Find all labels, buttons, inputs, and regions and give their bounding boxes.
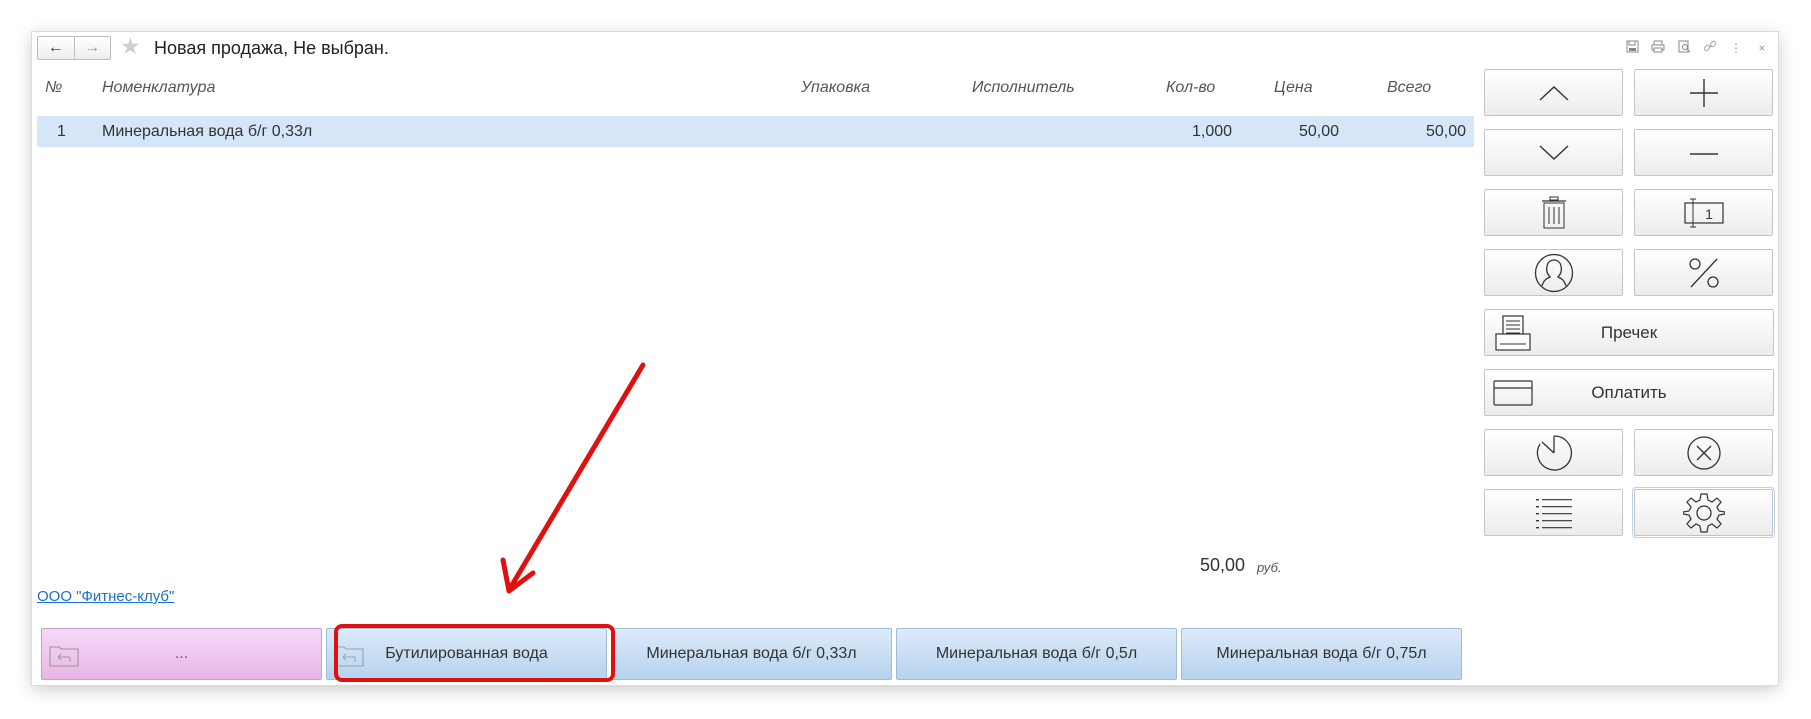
row-name: Минеральная вода б/г 0,33л [102,123,313,140]
row-qty: 1,000 [1192,123,1233,140]
col-header-pack[interactable]: Упаковка [801,79,870,97]
col-header-price[interactable]: Цена [1274,79,1313,97]
quick-button-label: Минеральная вода б/г 0,33л [646,645,857,662]
precheck-button[interactable]: Пречек [1484,309,1774,356]
move-up-button[interactable] [1484,69,1623,116]
percent-icon [1688,257,1719,288]
list-icon [1535,498,1572,528]
save-icon[interactable] [1624,40,1640,56]
quick-button-label: ... [174,645,189,662]
quick-button-mineral-05[interactable]: Минеральная вода б/г 0,5л [896,628,1177,680]
nav-group: ← → [37,36,111,60]
col-header-total[interactable]: Всего [1387,79,1431,97]
chevron-up-icon [1539,85,1568,101]
row-price: 50,00 [1299,123,1340,140]
row-total: 50,00 [1426,123,1467,140]
quick-button-back-folder[interactable]: ... [41,628,322,680]
preview-icon[interactable] [1676,40,1692,56]
move-down-button[interactable] [1484,129,1623,176]
user-icon [1534,253,1573,292]
minus-icon [1689,152,1718,155]
quick-button-label: Минеральная вода б/г 0,75л [1216,645,1427,662]
precheck-label: Пречек [1600,322,1658,342]
col-header-executor[interactable]: Исполнитель [972,79,1075,97]
total-amount: 50,00 [1200,555,1246,575]
quick-button-label: Минеральная вода б/г 0,5л [935,645,1138,662]
plus-icon [1689,78,1718,107]
link-icon[interactable] [1702,40,1718,56]
col-header-name[interactable]: Номенклатура [102,79,215,97]
col-header-qty[interactable]: Кол-во [1166,79,1215,97]
close-icon[interactable]: × [1754,41,1770,55]
forward-button[interactable]: → [73,37,111,59]
window-toolbar: ⋮ × [1624,40,1770,56]
receipt-printer-icon [1495,314,1531,351]
highlight-box [334,624,615,682]
customer-button[interactable] [1484,249,1623,296]
trash-icon [1541,196,1566,228]
decrease-button[interactable] [1634,129,1773,176]
total-currency: руб. [1257,560,1282,575]
row-num: 1 [57,123,66,140]
back-button[interactable]: ← [38,37,74,59]
credit-card-icon [1493,379,1533,406]
favorite-star-icon[interactable]: ★ [120,34,141,58]
organization-link[interactable]: ООО "Фитнес-клуб" [37,588,174,605]
pay-button[interactable]: Оплатить [1484,369,1774,416]
delete-button[interactable] [1484,189,1623,236]
pie-timer-icon [1536,434,1572,471]
quantity-edit-icon: 1 [1683,198,1724,227]
sale-window: ← → ★ Новая продажа, Не выбран. ⋮ × № Но… [32,32,1778,685]
discount-button[interactable] [1634,249,1773,296]
col-header-num[interactable]: № [45,79,62,97]
add-button[interactable] [1634,69,1773,116]
qty-badge: 1 [1705,206,1713,222]
table-row[interactable]: 1 Минеральная вода б/г 0,33л 1,000 50,00… [37,116,1474,147]
cancel-circle-icon [1686,435,1721,470]
gear-icon [1682,492,1725,533]
more-icon[interactable]: ⋮ [1728,41,1744,55]
print-icon[interactable] [1650,40,1666,56]
chevron-down-icon [1539,144,1568,160]
edit-quantity-button[interactable]: 1 [1634,189,1773,236]
folder-up-icon [49,646,79,667]
pay-label: Оплатить [1591,382,1667,402]
quick-button-mineral-033[interactable]: Минеральная вода б/г 0,33л [611,628,892,680]
list-button[interactable] [1484,489,1623,536]
cancel-check-button[interactable] [1634,429,1773,476]
deferred-check-button[interactable] [1484,429,1623,476]
quick-button-mineral-075[interactable]: Минеральная вода б/г 0,75л [1181,628,1462,680]
window-title: Новая продажа, Не выбран. [154,38,389,58]
settings-button[interactable] [1632,487,1775,538]
